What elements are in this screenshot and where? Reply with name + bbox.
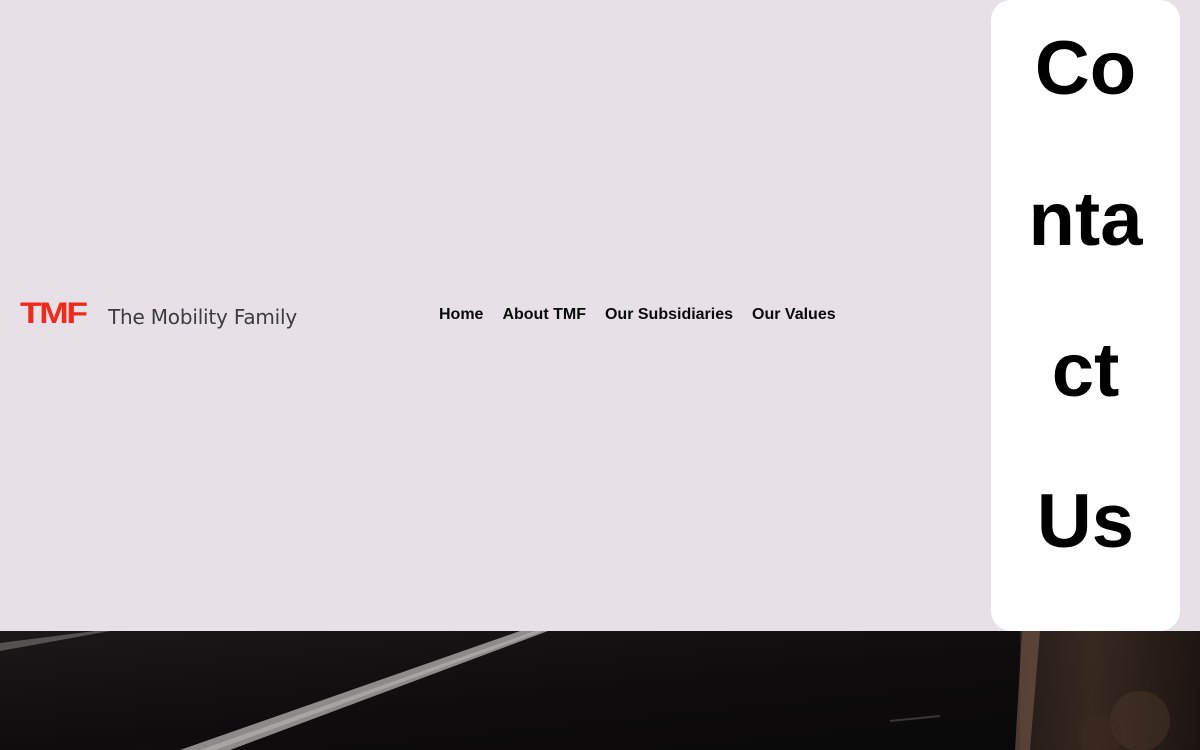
nav-item-our-subsidiaries[interactable]: Our Subsidiaries — [605, 305, 733, 325]
nav-item-home[interactable]: Home — [439, 305, 483, 325]
nav-item-about-tmf[interactable]: About TMF — [502, 305, 586, 325]
brand-logo[interactable]: TMF The Mobility Family — [20, 297, 298, 332]
hero-image — [0, 631, 1200, 750]
site-header: TMF The Mobility Family Home About TMF O… — [0, 0, 1200, 631]
brand-logo-mark: TMF — [20, 297, 88, 330]
brand-logo-text: The Mobility Family — [108, 305, 298, 329]
main-nav: Home About TMF Our Subsidiaries Our Valu… — [439, 305, 836, 325]
contact-us-label: Contact Us — [1028, 25, 1143, 564]
nav-item-our-values[interactable]: Our Values — [752, 305, 836, 325]
road-photo — [0, 631, 1200, 750]
contact-us-button[interactable]: Contact Us — [991, 0, 1180, 631]
